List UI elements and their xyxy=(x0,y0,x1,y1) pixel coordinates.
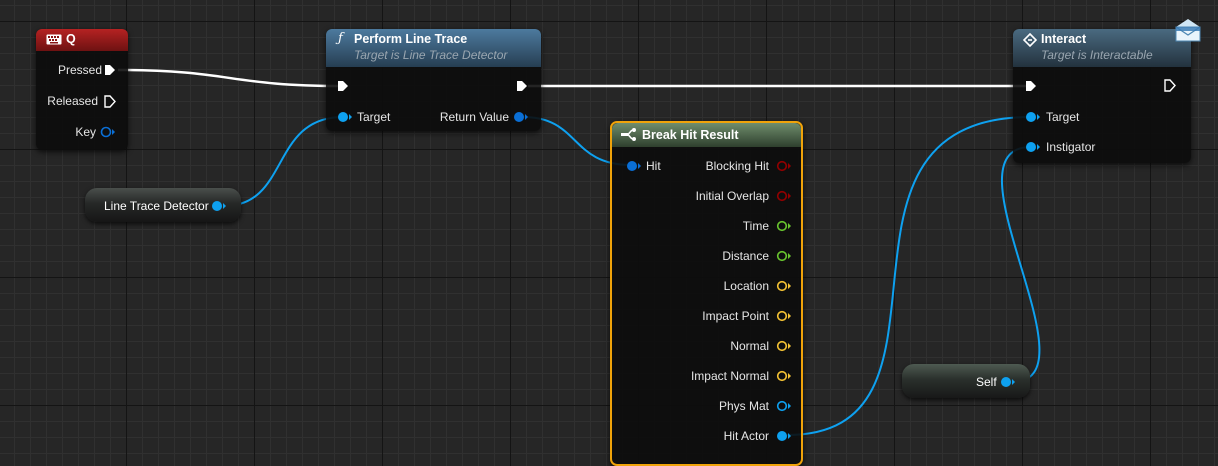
pin-label: Initial Overlap xyxy=(695,189,769,203)
variable-label: Self xyxy=(976,375,997,389)
pin-label: Location xyxy=(723,279,769,293)
initial-overlap-pin-row[interactable]: Initial Overlap xyxy=(696,188,769,204)
exec-output-pin[interactable] xyxy=(1164,79,1176,92)
pin-label: Return Value xyxy=(439,110,509,124)
pin-label: Time xyxy=(742,219,769,233)
interact-node[interactable]: Interact Target is Interactable Target I… xyxy=(1013,29,1191,163)
pin-label: Target xyxy=(357,110,391,124)
node-subtitle: Target is Interactable xyxy=(1041,48,1153,62)
exec-wire-pressed-to-line-trace xyxy=(117,68,341,88)
vector-pin-normal[interactable] xyxy=(776,340,792,352)
node-header[interactable]: Q xyxy=(36,29,128,51)
key-q-event-node[interactable]: Q Pressed Released Key xyxy=(36,29,128,150)
node-title: Q xyxy=(66,32,76,46)
target-pin-row[interactable]: Target xyxy=(1046,109,1079,125)
function-icon: ƒ xyxy=(338,31,343,46)
pin-label: Distance xyxy=(722,249,769,263)
pin-label: Phys Mat xyxy=(718,399,769,413)
pin-label: Pressed xyxy=(57,63,102,77)
return-value-pin-row[interactable]: Return Value xyxy=(440,109,509,125)
node-header[interactable]: ƒ Perform Line Trace Target is Line Trac… xyxy=(326,29,541,67)
hit-pin-row[interactable]: Hit xyxy=(646,158,661,174)
exec-pin-pressed[interactable] xyxy=(104,64,116,76)
float-pin-distance[interactable] xyxy=(776,250,792,262)
wire-detector-to-target xyxy=(223,116,344,207)
line-trace-detector-variable-node[interactable]: Line Trace Detector xyxy=(85,188,241,222)
pin-label: Impact Point xyxy=(702,309,769,323)
target-pin-row[interactable]: Target xyxy=(357,109,390,125)
pressed-pin-row[interactable]: Pressed xyxy=(58,62,102,78)
pin-label: Hit xyxy=(646,159,661,173)
exec-pin-released[interactable] xyxy=(104,95,116,108)
keyboard-icon xyxy=(46,33,62,48)
struct-pin-key[interactable] xyxy=(100,126,116,138)
instigator-pin-row[interactable]: Instigator xyxy=(1046,139,1095,155)
released-pin-row[interactable]: Released xyxy=(47,93,98,109)
node-title: Break Hit Result xyxy=(642,128,739,142)
exec-input-pin[interactable] xyxy=(337,80,349,92)
object-pin-target[interactable] xyxy=(1025,111,1041,123)
self-variable-node[interactable]: Self xyxy=(902,364,1030,398)
perform-line-trace-node[interactable]: ƒ Perform Line Trace Target is Line Trac… xyxy=(326,29,541,131)
pin-label: Released xyxy=(47,94,98,108)
time-pin-row[interactable]: Time xyxy=(743,218,769,234)
distance-pin-row[interactable]: Distance xyxy=(722,248,769,264)
variable-label: Line Trace Detector xyxy=(104,199,209,213)
pin-label: Impact Normal xyxy=(690,369,769,383)
node-header[interactable]: Interact Target is Interactable xyxy=(1013,29,1191,67)
pin-label: Instigator xyxy=(1046,140,1096,154)
object-pin-instigator[interactable] xyxy=(1025,141,1041,153)
wire-self-to-instigator xyxy=(1000,146,1041,383)
normal-pin-row[interactable]: Normal xyxy=(730,338,769,354)
object-pin-hit-actor[interactable] xyxy=(776,430,792,442)
struct-pin-hit[interactable] xyxy=(626,160,642,172)
pin-label: Blocking Hit xyxy=(705,159,769,173)
object-pin-target[interactable] xyxy=(337,111,353,123)
pin-label: Key xyxy=(75,125,96,139)
node-header[interactable]: Break Hit Result xyxy=(612,123,801,147)
blocking-hit-pin-row[interactable]: Blocking Hit xyxy=(706,158,769,174)
vector-pin-location[interactable] xyxy=(776,280,792,292)
float-pin-time[interactable] xyxy=(776,220,792,232)
object-pin-self[interactable] xyxy=(1000,376,1016,388)
impact-point-pin-row[interactable]: Impact Point xyxy=(702,308,769,324)
node-subtitle: Target is Line Trace Detector xyxy=(354,48,508,62)
phys-mat-pin-row[interactable]: Phys Mat xyxy=(719,398,769,414)
interface-message-icon xyxy=(1174,17,1202,48)
struct-pin-return-value[interactable] xyxy=(513,111,529,123)
exec-output-pin[interactable] xyxy=(516,80,528,92)
hit-actor-pin-row[interactable]: Hit Actor xyxy=(724,428,769,444)
pin-label: Hit Actor xyxy=(723,429,769,443)
location-pin-row[interactable]: Location xyxy=(724,278,769,294)
vector-pin-impact-point[interactable] xyxy=(776,310,792,322)
exec-input-pin[interactable] xyxy=(1025,80,1037,92)
pin-label: Target xyxy=(1046,110,1080,124)
vector-pin-impact-normal[interactable] xyxy=(776,370,792,382)
bool-pin-blocking-hit[interactable] xyxy=(776,160,792,172)
impact-normal-pin-row[interactable]: Impact Normal xyxy=(691,368,769,384)
bool-pin-initial-overlap[interactable] xyxy=(776,190,792,202)
interface-call-icon xyxy=(1022,32,1038,50)
node-title: Perform Line Trace xyxy=(354,32,468,46)
object-pin-line-trace-detector[interactable] xyxy=(211,200,227,212)
pin-label: Normal xyxy=(730,339,769,353)
key-pin-row[interactable]: Key xyxy=(75,124,96,140)
struct-break-icon xyxy=(621,128,637,144)
break-hit-result-node[interactable]: Break Hit Result Hit Blocking Hit Initia… xyxy=(610,121,803,466)
object-pin-phys-mat[interactable] xyxy=(776,400,792,412)
node-title: Interact xyxy=(1041,32,1087,46)
